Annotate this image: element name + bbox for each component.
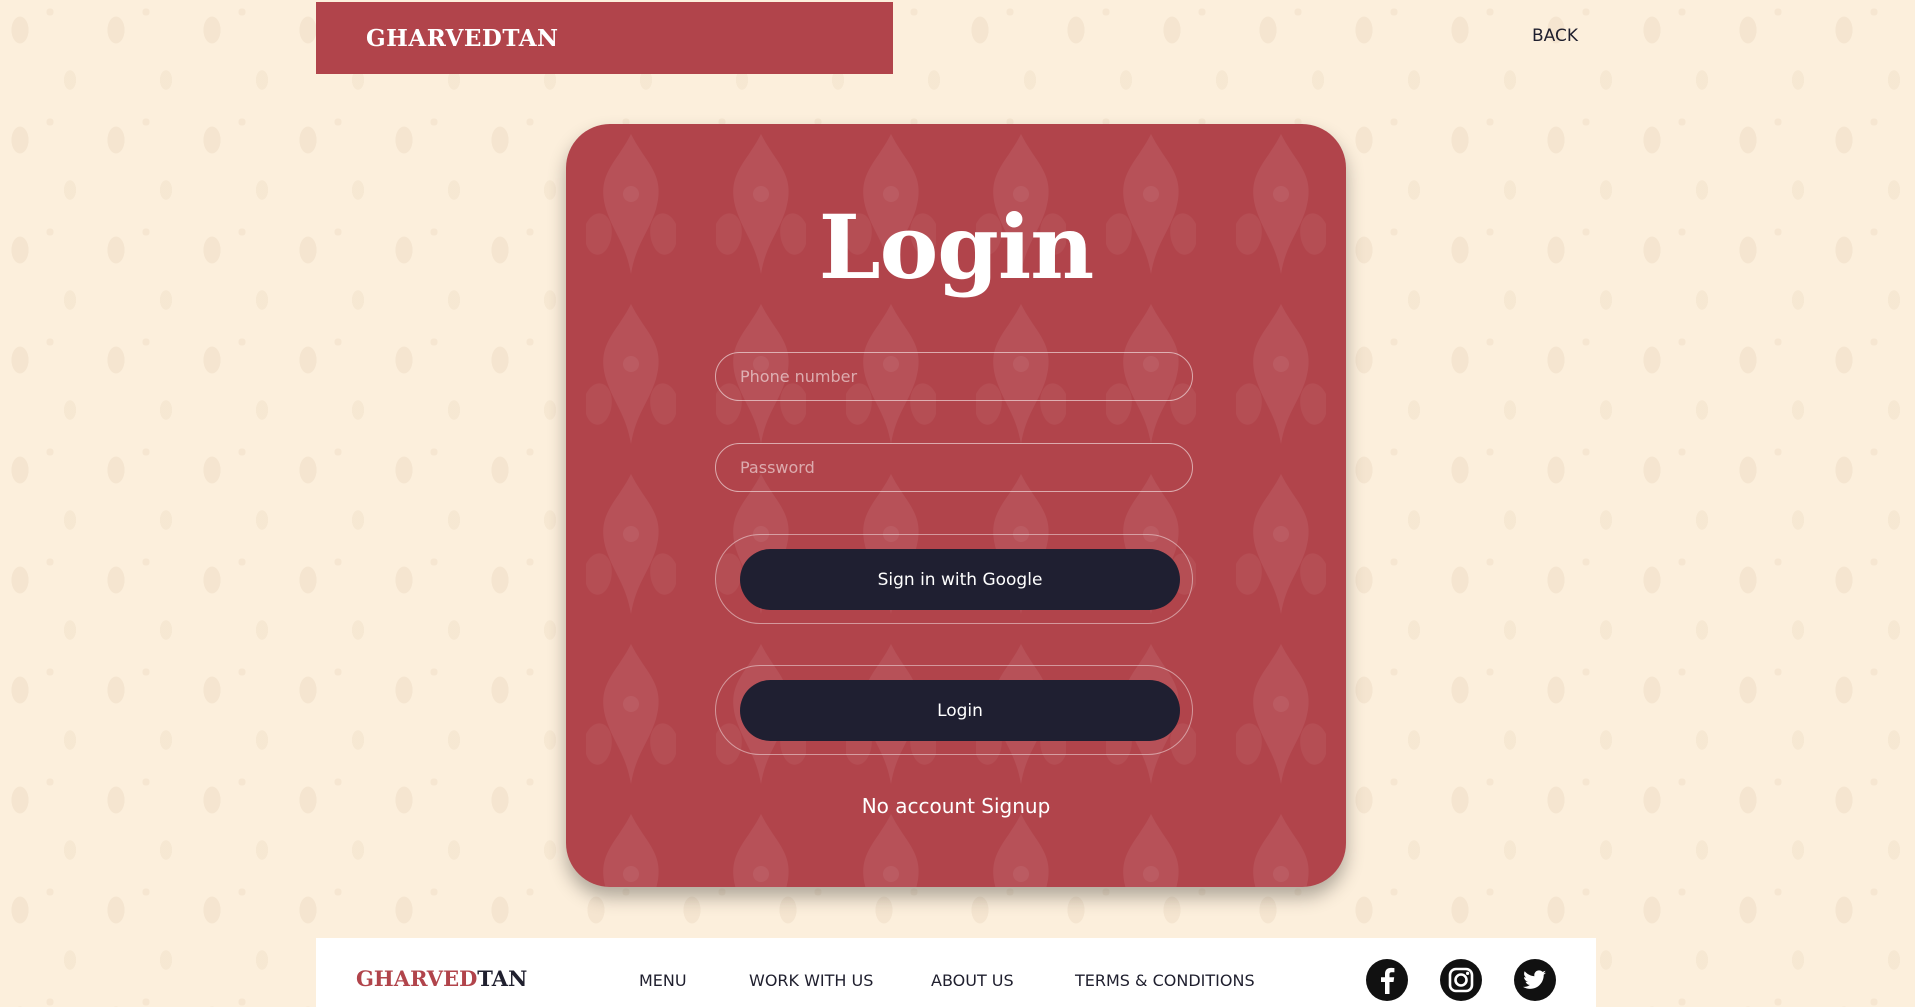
login-title: Login	[818, 195, 1095, 299]
login-button-ring: Login	[715, 665, 1193, 755]
header-brand-logo: GHARVEDTAN	[366, 24, 559, 52]
login-button[interactable]: Login	[740, 680, 1180, 741]
password-input[interactable]	[715, 443, 1193, 492]
google-button-ring: Sign in with Google	[715, 534, 1193, 624]
footer-link-work-with-us[interactable]: WORK WITH US	[749, 971, 873, 990]
header-brand-bar: GHARVEDTAN	[316, 2, 893, 74]
facebook-icon[interactable]	[1365, 958, 1409, 1002]
phone-number-input[interactable]	[715, 352, 1193, 401]
footer-link-terms-conditions[interactable]: TERMS & CONDITIONS	[1075, 971, 1255, 990]
footer-logo-part1: GHARVED	[356, 966, 478, 991]
footer-logo-part2: TAN	[477, 966, 528, 991]
back-link[interactable]: BACK	[1532, 26, 1578, 46]
footer-link-about-us[interactable]: ABOUT US	[931, 971, 1014, 990]
signup-link[interactable]: No account Signup	[566, 794, 1346, 818]
footer-link-menu[interactable]: MENU	[639, 971, 687, 990]
twitter-icon[interactable]	[1513, 958, 1557, 1002]
instagram-icon[interactable]	[1439, 958, 1483, 1002]
login-card: Login Sign in with Google Login No accou…	[566, 124, 1346, 887]
footer: GHARVEDTAN MENU WORK WITH US ABOUT US TE…	[316, 938, 1596, 1007]
sign-in-with-google-button[interactable]: Sign in with Google	[740, 549, 1180, 610]
footer-logo[interactable]: GHARVEDTAN	[356, 966, 527, 991]
